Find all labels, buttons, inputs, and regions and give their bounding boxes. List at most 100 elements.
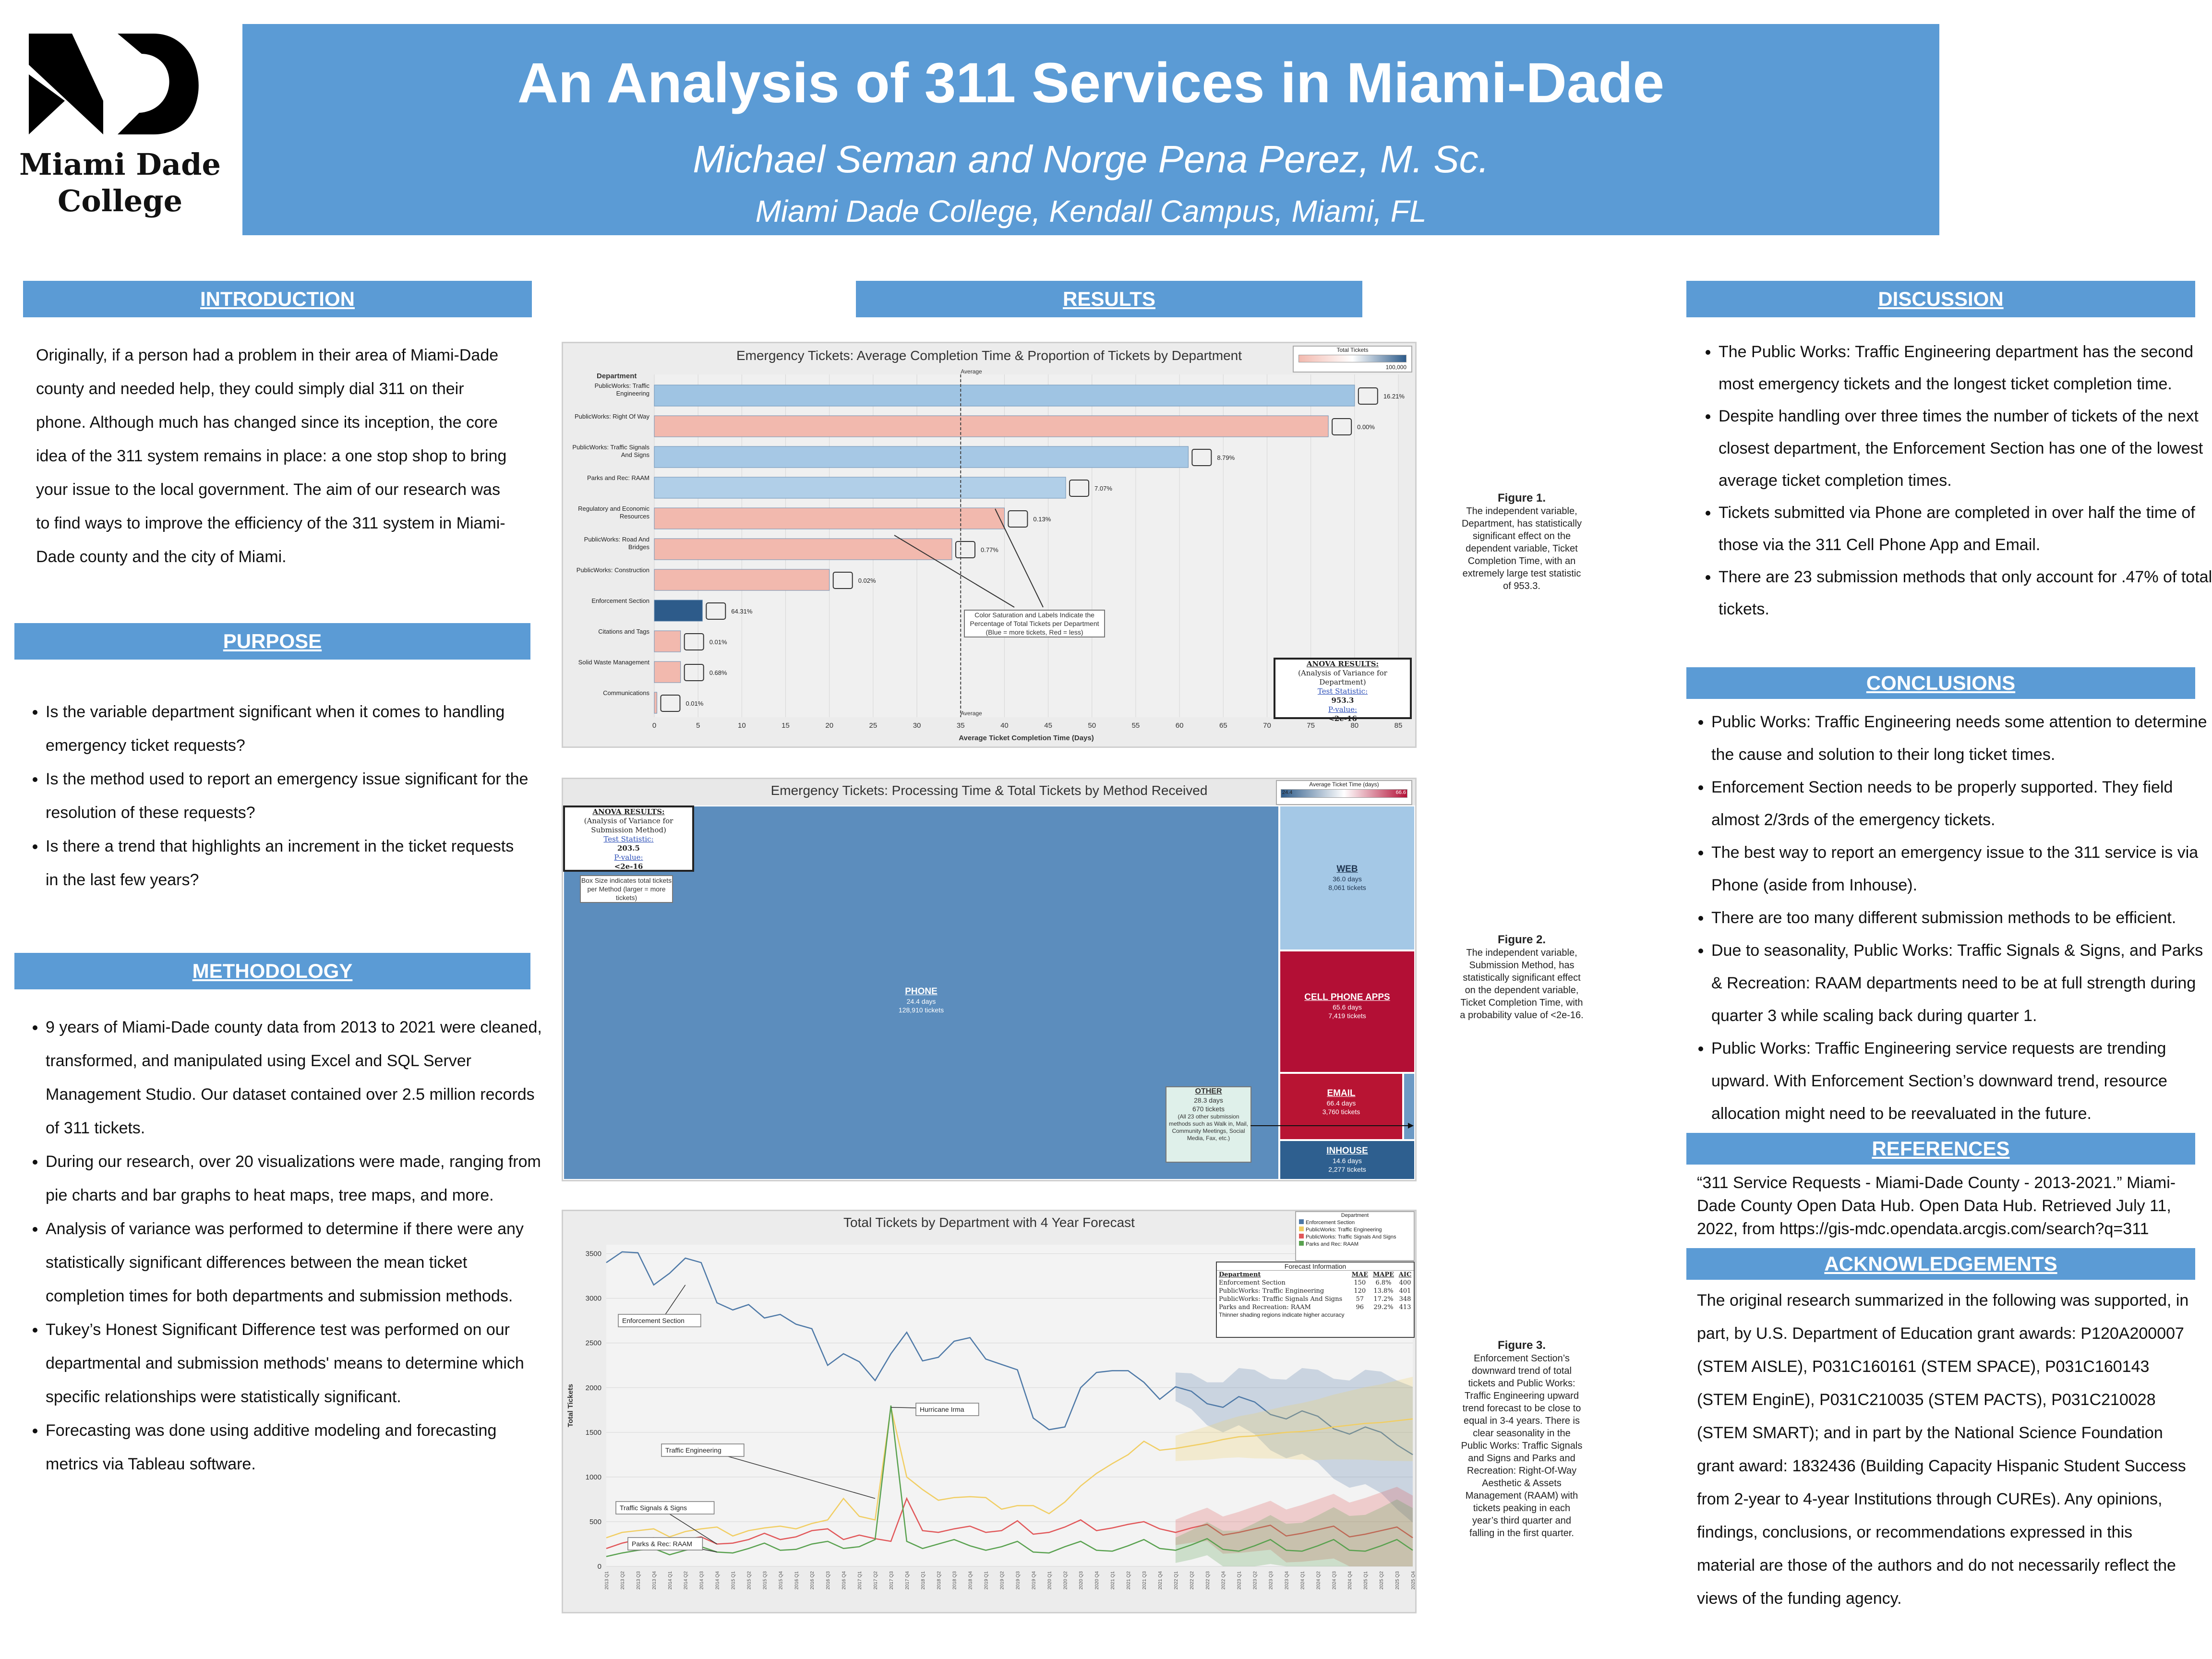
fig3-y-tick: 3000 [586,1295,601,1303]
fig1-x-tick: 45 [1044,721,1052,730]
fig1-category-label: PublicWorks: Traffic Engineering [595,382,649,397]
purpose-heading: PURPOSE [14,623,530,660]
fig1-x-tick: 5 [696,721,700,730]
fig1-x-tick: 10 [738,721,746,730]
fig3-annotation-label: Traffic Signals & Signs [620,1504,687,1512]
introduction-heading: INTRODUCTION [23,281,532,317]
discussion-heading: DISCUSSION [1686,281,2195,317]
methodology-list: 9 years of Miami-Dade county data from 2… [17,1010,545,1481]
fig3-x-tick: 2014 Q1 [668,1571,673,1590]
fig3-x-tick: 2022 Q4 [1221,1571,1226,1590]
methodology-item: Tukey’s Honest Significant Difference te… [46,1313,545,1414]
fig1-category-label: PublicWorks: Traffic Signals And Signs [572,444,649,458]
fig3-x-tick: 2013 Q4 [652,1571,657,1590]
fig3-y-axis-label: Total Tickets [566,1384,575,1427]
fig1-bar [654,600,703,622]
fig3-table-cell: PublicWorks: Traffic Engineering [1219,1287,1324,1295]
conclusion-item: There are too many different submission … [1711,902,2212,934]
fig3-table-header: AIC [1398,1271,1412,1278]
fig3-x-tick: 2024 Q4 [1347,1571,1353,1590]
poster-title: An Analysis of 311 Services in Miami-Dad… [517,51,1665,115]
fig3-x-tick: 2014 Q3 [699,1571,705,1590]
fig3-table-cell: 29.2% [1373,1304,1394,1311]
fig1-x-tick: 70 [1263,721,1271,730]
discussion-item: Tickets submitted via Phone are complete… [1719,497,2212,561]
fig3-x-tick: 2024 Q2 [1316,1571,1321,1590]
fig1-bar-pct-label: 0.01% [709,638,727,646]
fig3-table-cell: 401 [1399,1287,1411,1295]
fig3-x-tick: 2017 Q3 [889,1571,894,1590]
fig3-y-tick: 500 [589,1518,601,1526]
introduction-text: Originally, if a person had a problem in… [36,346,507,566]
fig3-x-tick: 2014 Q2 [684,1571,689,1590]
fig1-bar [654,507,1005,529]
purpose-item: Is there a trend that highlights an incr… [46,830,530,897]
fig3-legend-item: Enforcement Section [1296,1219,1414,1226]
fig3-x-tick: 2022 Q3 [1205,1571,1211,1590]
fig3-x-tick: 2017 Q4 [905,1571,910,1590]
fig1-x-tick: 60 [1176,721,1184,730]
fig3-x-tick: 2013 Q3 [636,1571,641,1590]
fig1-x-tick: 15 [781,721,790,730]
fig1-bar [654,385,1355,407]
fig3-x-tick: 2020 Q3 [1079,1571,1084,1590]
fig3-table-cell: PublicWorks: Traffic Signals And Signs [1219,1296,1343,1303]
fig1-bar-pct-label: 0.02% [858,577,876,584]
fig1-y-axis-label: Department [597,372,637,380]
fig3-table-cell: 6.8% [1375,1279,1392,1286]
fig3-x-tick: 2018 Q2 [937,1571,942,1590]
fig1-color-note: Color Saturation and Labels Indicate the… [964,610,1105,637]
fig1-bar-pct-label: 16.21% [1383,393,1405,400]
fig1-bar [654,661,681,683]
fig3-x-tick: 2019 Q1 [984,1571,989,1590]
fig3-x-tick: 2025 Q4 [1411,1571,1415,1590]
references-heading: REFERENCES [1686,1133,2195,1165]
figure-3-forecast-chart: Total Tickets by Department with 4 Year … [562,1210,1417,1613]
discussion-item: Despite handling over three times the nu… [1719,400,2212,497]
fig1-bar [654,569,830,591]
conclusion-item: The best way to report an emergency issu… [1711,836,2212,902]
fig1-bar-pct-label: 0.68% [709,669,727,676]
fig3-table-cell: 150 [1354,1279,1366,1286]
fig3-x-tick: 2016 Q3 [826,1571,831,1590]
fig3-table-cell: Enforcement Section [1219,1279,1286,1286]
fig3-x-tick: 2019 Q4 [1031,1571,1036,1590]
fig3-x-tick: 2020 Q1 [1047,1571,1052,1590]
fig1-x-tick: 30 [913,721,921,730]
fig3-x-tick: 2025 Q3 [1395,1571,1400,1590]
fig1-bar-pct-label: 0.01% [685,700,703,707]
fig3-annotation-label: Hurricane Irma [920,1406,964,1413]
fig3-annotation-label: Traffic Engineering [665,1446,721,1454]
fig1-x-tick: 25 [869,721,878,730]
fig1-bar [654,477,1066,499]
fig1-x-tick: 65 [1219,721,1227,730]
fig3-table-row: Enforcement Section 150 6.8% 400 [1217,1279,1414,1287]
fig3-table-cell: 96 [1356,1304,1364,1311]
fig1-bar-pct-label: 0.77% [981,546,998,553]
fig3-legend-item: PublicWorks: Traffic Signals And Signs [1296,1234,1414,1241]
fig1-x-tick: 0 [652,721,656,730]
fig3-table-header: MAE [1351,1271,1368,1278]
figure-1-department-chart: Emergency Tickets: Average Completion Ti… [562,342,1417,748]
fig3-annotation-label: Enforcement Section [622,1317,685,1324]
fig3-table-row: Parks and Recreation: RAAM 96 29.2% 413 [1217,1303,1414,1311]
fig3-table-cell: 413 [1399,1304,1411,1311]
fig3-x-tick: 2019 Q2 [1000,1571,1005,1590]
fig3-x-tick: 2016 Q1 [794,1571,799,1590]
fig3-x-tick: 2013 Q1 [604,1571,610,1590]
fig3-legend-item: PublicWorks: Traffic Engineering [1296,1226,1414,1234]
purpose-list: Is the variable department significant w… [17,695,530,897]
fig3-y-tick: 1500 [586,1429,601,1437]
acknowledgements-text: The original research summarized in the … [1697,1291,2189,1608]
methodology-item: 9 years of Miami-Dade county data from 2… [46,1010,545,1145]
fig1-x-tick: 40 [1000,721,1009,730]
fig3-x-tick: 2020 Q2 [1063,1571,1068,1590]
methodology-item: During our research, over 20 visualizati… [46,1145,545,1212]
fig3-x-tick: 2021 Q3 [1142,1571,1147,1590]
fig3-forecast-table: Forecast Information Department MAE MAPE AI… [1216,1262,1415,1338]
fig3-x-tick: 2021 Q1 [1110,1571,1116,1590]
figure-3-caption: Figure 3. Enforcement Section’s downward… [1461,1339,1583,1539]
fig3-x-tick: 2021 Q4 [1158,1571,1163,1590]
purpose-item: Is the variable department significant w… [46,695,530,762]
fig3-x-tick: 2013 Q2 [620,1571,625,1590]
